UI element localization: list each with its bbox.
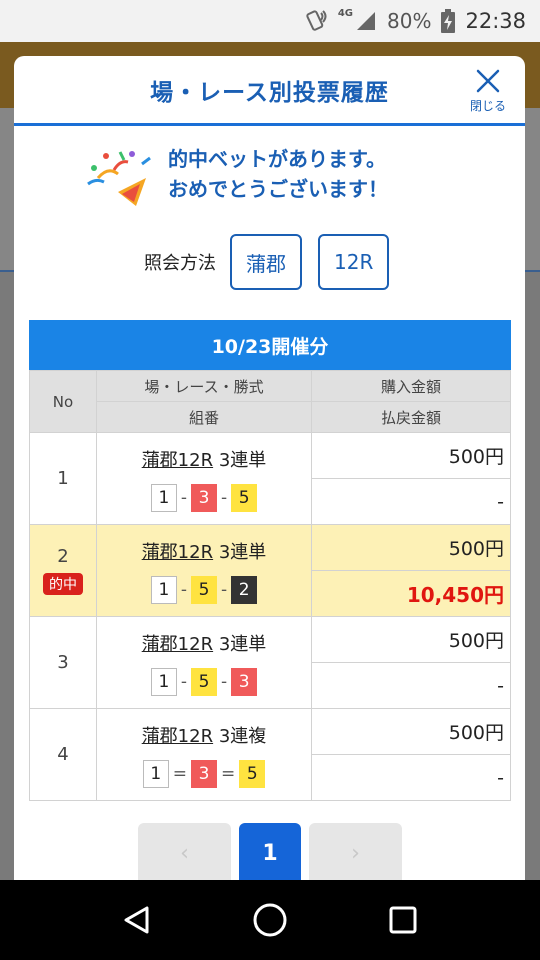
current-page-button[interactable]: 1 <box>239 823 301 883</box>
back-triangle-icon <box>124 906 149 934</box>
table-row: 4 蒲郡12R 3連複 1 = 3 = 5 500円 <box>29 708 511 801</box>
bet-type: 3連単 <box>218 541 267 563</box>
separator: - <box>221 487 228 508</box>
status-bar: 4G 80% 22:38 <box>0 0 540 42</box>
bet-history-modal: 場・レース別投票履歴 閉じる 的中ベットがあります。 おめでとうございます！ 照… <box>14 56 525 886</box>
battery-percent: 80% <box>387 9 432 33</box>
phone-signal-icon <box>304 9 328 33</box>
header-combo: 組番 <box>96 401 312 433</box>
race-venue: 蒲郡12R <box>141 725 214 747</box>
bet-type: 3連単 <box>218 449 267 471</box>
recents-button[interactable] <box>381 898 425 942</box>
boat-number: 3 <box>191 759 217 788</box>
header-race: 場・レース・勝式 <box>96 370 312 402</box>
race-cell: 蒲郡12R 3連単 1 - 5 - 3 <box>96 616 312 709</box>
congrats-line-2: おめでとうございます！ <box>168 177 388 201</box>
separator: - <box>180 487 187 508</box>
bet-type: 3連単 <box>218 633 267 655</box>
combination: 1 - 3 - 5 <box>97 483 311 512</box>
separator: - <box>221 671 228 692</box>
separator: - <box>180 671 187 692</box>
purchase-amount: 500円 <box>311 524 511 571</box>
payout-amount: 10,450円 <box>311 570 511 617</box>
date-header: 10/23開催分 <box>29 320 511 370</box>
race-link[interactable]: 蒲郡12R 3連単 <box>97 538 311 564</box>
inquiry-label: 照会方法 <box>144 253 216 274</box>
row-no: 3 <box>29 616 97 709</box>
recents-square-icon <box>389 906 417 934</box>
row-no: 2 <box>57 546 69 567</box>
boat-number: 5 <box>191 667 217 696</box>
table-row: 3 蒲郡12R 3連単 1 - 5 - 3 500円 <box>29 616 511 709</box>
race-cell: 蒲郡12R 3連単 1 - 3 - 5 <box>96 432 312 525</box>
row-no-cell: 2 的中 <box>29 524 97 617</box>
congrats-text: 的中ベットがあります。 おめでとうございます！ <box>168 144 388 204</box>
combination: 1 - 5 - 2 <box>97 575 311 604</box>
header-no: No <box>29 370 97 433</box>
table-row: 1 蒲郡12R 3連単 1 - 3 - 5 500円 <box>29 432 511 525</box>
race-venue: 蒲郡12R <box>141 541 214 563</box>
hit-badge: 的中 <box>43 573 83 595</box>
race-cell: 蒲郡12R 3連単 1 - 5 - 2 <box>96 524 312 617</box>
boat-number: 5 <box>231 483 258 512</box>
race-button[interactable]: 12R <box>318 234 390 290</box>
congrats-line-1: 的中ベットがあります。 <box>168 147 386 171</box>
purchase-amount: 500円 <box>311 616 511 663</box>
separator: - <box>180 579 187 600</box>
separator: = <box>221 763 236 784</box>
race-link[interactable]: 蒲郡12R 3連単 <box>97 446 311 472</box>
payout-amount: - <box>311 478 511 525</box>
combination: 1 - 5 - 3 <box>97 667 311 696</box>
race-venue: 蒲郡12R <box>141 633 214 655</box>
boat-number: 1 <box>150 575 177 604</box>
race-venue: 蒲郡12R <box>141 449 214 471</box>
separator: - <box>221 579 228 600</box>
boat-number: 3 <box>191 483 217 512</box>
row-no: 4 <box>29 708 97 801</box>
table-row-hit: 2 的中 蒲郡12R 3連単 1 - 5 - 2 500円 <box>29 524 511 617</box>
boat-number: 5 <box>191 575 217 604</box>
congrats-message: 的中ベットがあります。 おめでとうございます！ <box>84 144 444 206</box>
home-button[interactable] <box>248 898 292 942</box>
purchase-amount: 500円 <box>311 708 511 755</box>
network-type: 4G <box>337 7 354 19</box>
header-purchase: 購入金額 <box>311 370 511 402</box>
close-button[interactable]: 閉じる <box>465 67 511 115</box>
modal-header: 場・レース別投票履歴 閉じる <box>14 56 525 126</box>
venue-button[interactable]: 蒲郡 <box>230 234 302 290</box>
header-payout: 払戻金額 <box>311 401 511 433</box>
close-icon <box>476 69 500 93</box>
party-popper-icon <box>87 151 151 206</box>
race-link[interactable]: 蒲郡12R 3連複 <box>97 722 311 748</box>
bet-type: 3連複 <box>218 725 267 747</box>
inquiry-method: 照会方法 蒲郡 12R <box>144 234 405 290</box>
cell-signal-icon <box>355 10 377 32</box>
boat-number: 3 <box>231 667 258 696</box>
payout-amount: - <box>311 754 511 801</box>
battery-charging-icon <box>441 9 456 33</box>
combination: 1 = 3 = 5 <box>97 759 311 788</box>
navigation-bar <box>0 880 540 960</box>
home-circle-icon <box>253 903 287 937</box>
back-button[interactable] <box>115 898 159 942</box>
boat-number: 1 <box>150 483 177 512</box>
boat-number: 1 <box>150 667 177 696</box>
race-cell: 蒲郡12R 3連複 1 = 3 = 5 <box>96 708 312 801</box>
next-page-button[interactable]: › <box>309 823 402 883</box>
payout-amount: - <box>311 662 511 709</box>
history-table: 10/23開催分 No 場・レース・勝式 購入金額 組番 払戻金額 1 蒲郡12… <box>29 320 511 801</box>
boat-number: 1 <box>142 759 169 788</box>
row-no: 1 <box>29 432 97 525</box>
purchase-amount: 500円 <box>311 432 511 479</box>
modal-title: 場・レース別投票履歴 <box>150 80 389 106</box>
clock: 22:38 <box>465 9 526 33</box>
pagination: ‹ 1 › <box>138 823 402 883</box>
boat-number: 2 <box>231 575 258 604</box>
boat-number: 5 <box>239 759 266 788</box>
close-label: 閉じる <box>469 99 506 113</box>
prev-page-button[interactable]: ‹ <box>138 823 231 883</box>
separator: = <box>172 763 187 784</box>
race-link[interactable]: 蒲郡12R 3連単 <box>97 630 311 656</box>
